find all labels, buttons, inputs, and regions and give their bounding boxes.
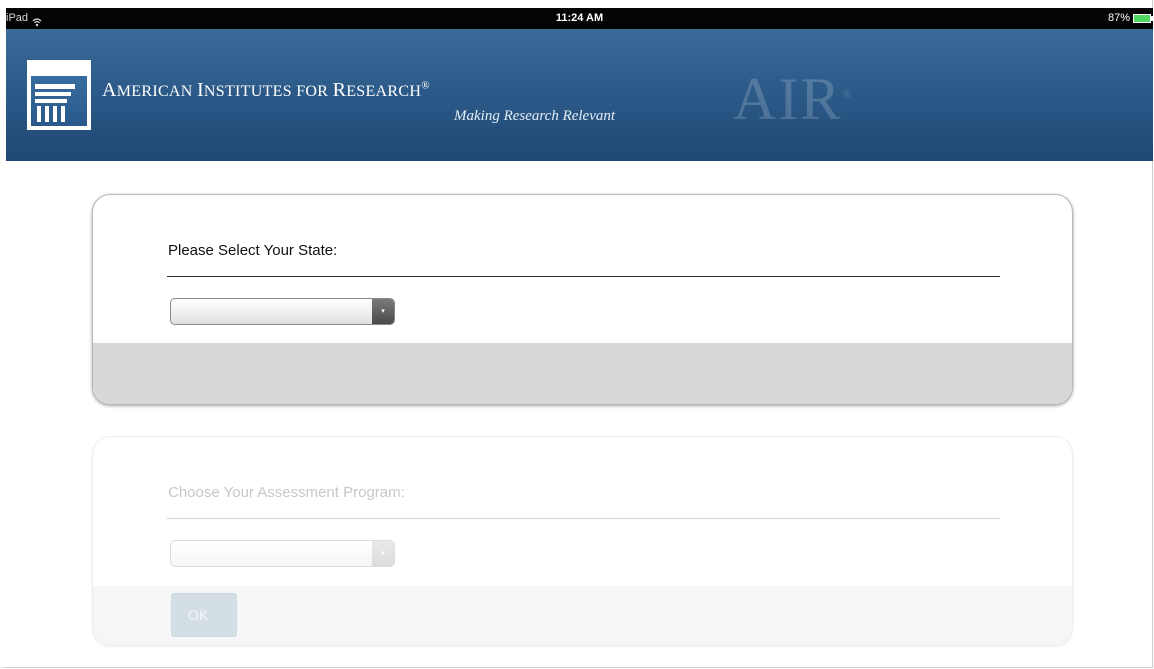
brand-tagline: Making Research Relevant — [454, 108, 616, 124]
air-logo-icon — [27, 60, 91, 130]
chevron-down-icon[interactable]: ▾ — [372, 541, 394, 566]
state-divider — [167, 276, 1000, 277]
state-label: Please Select Your State: — [168, 242, 338, 259]
ok-button[interactable]: OK — [171, 593, 237, 637]
brand-header: AMERICAN INSTITUTES FOR RESEARCH® Making… — [6, 29, 1153, 161]
brand-watermark: AIR® — [733, 66, 854, 132]
state-selection-panel: Please Select Your State: ▾ — [92, 194, 1073, 405]
battery-icon — [1133, 14, 1153, 23]
program-select[interactable]: ▾ — [170, 540, 395, 567]
chevron-down-icon[interactable]: ▾ — [372, 299, 394, 324]
battery-percent: 87% — [1107, 12, 1130, 24]
program-divider — [167, 518, 1000, 519]
state-panel-footer — [93, 343, 1072, 404]
state-select[interactable]: ▾ — [170, 298, 395, 325]
program-label: Choose Your Assessment Program: — [168, 484, 405, 501]
brand-name: AMERICAN INSTITUTES FOR RESEARCH® — [102, 79, 430, 101]
status-right: 87% — [1107, 8, 1153, 29]
ios-status-bar: iPad 11:24 AM 87% — [6, 8, 1153, 29]
status-time: 11:24 AM — [555, 12, 604, 24]
program-panel-footer: OK — [93, 586, 1072, 645]
program-selection-panel: Choose Your Assessment Program: ▾ OK — [92, 436, 1073, 646]
